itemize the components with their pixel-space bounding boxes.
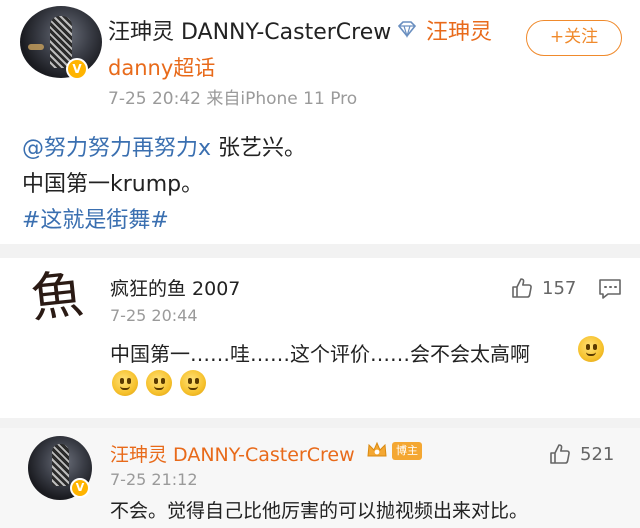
post-meta: 7-25 20:42 来自iPhone 11 Pro [108,89,358,109]
fan-crown-icon [367,441,387,457]
diamond-icon [397,21,417,38]
author-name-link[interactable]: 汪珅灵 [426,14,492,46]
avatar-background [28,44,44,50]
commenter-name[interactable]: 疯狂的鱼 2007 [110,274,240,301]
reply-comment-icon[interactable] [598,278,622,300]
replier-name[interactable]: 汪珅灵 DANNY-CasterCrew [110,440,355,467]
section-divider [0,244,640,258]
comment-time: 7-25 20:44 [110,306,198,325]
supertopic-link[interactable]: danny超话 [108,52,215,82]
author-name[interactable]: 汪珅灵 DANNY-CasterCrew [108,14,391,46]
avatar-figure [52,444,69,486]
thinking-emoji-icon [180,370,206,396]
host-badge: 博主 [392,442,422,460]
hashtag-link[interactable]: #这就是街舞# [22,202,169,234]
like-button[interactable]: 521 [548,442,614,466]
thinking-emoji-icon [146,370,172,396]
reply-comment: V 汪珅灵 DANNY-CasterCrew 博主 7-25 21:12 不会。… [0,428,640,528]
thumbs-up-icon [512,278,532,298]
reply-text: 不会。觉得自己比他厉害的可以抛视频出来对比。 [110,500,529,522]
comment-text: 中国第一……哇……这个评价……会不会太高啊 [110,342,530,366]
post-body-line-2: 中国第一krump。 [22,172,204,197]
verified-badge-icon: V [66,58,88,80]
emoji-row [112,370,206,396]
thumbs-up-icon [550,444,570,464]
post-text-segment: 张艺兴。 [211,136,307,161]
verified-badge-icon: V [70,478,90,498]
section-divider [0,418,640,428]
like-count: 157 [542,277,577,299]
author-avatar[interactable] [20,6,102,78]
weibo-post: V 汪珅灵 DANNY-CasterCrew 汪珅灵 danny超话 7-25 … [0,0,640,244]
thinking-emoji-icon [578,336,604,362]
follow-button[interactable]: +关注 [526,20,622,56]
commenter-avatar[interactable]: 魚 [20,260,94,334]
post-body-line-1: @努力努力再努力x 张艺兴。 [22,130,306,162]
thinking-emoji-icon [112,370,138,396]
like-count: 521 [580,443,615,465]
reply-time: 7-25 21:12 [110,470,198,489]
like-button[interactable]: 157 [510,276,576,300]
mention-link[interactable]: @努力努力再努力x [22,136,211,161]
